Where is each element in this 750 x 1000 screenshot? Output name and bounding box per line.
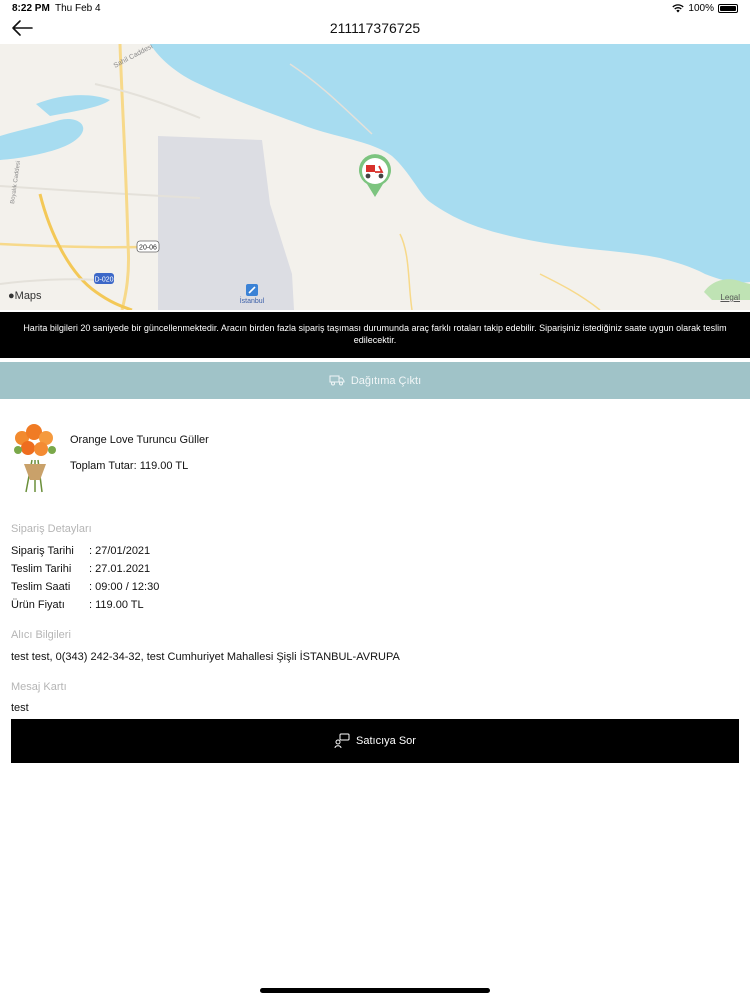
wifi-icon: [672, 4, 685, 13]
shield-d020: D-020: [94, 277, 113, 284]
truck-icon: [329, 375, 345, 386]
battery-icon: [718, 4, 738, 13]
detail-value: : 119.00 TL: [89, 599, 144, 611]
detail-value: : 27.01.2021: [89, 563, 151, 575]
detail-label: Sipariş Tarihi: [11, 545, 74, 557]
page-title: 211117376725: [329, 20, 421, 36]
map-info-notice: Harita bilgileri 20 saniyede bir güncell…: [0, 312, 750, 358]
maps-brand-label: Maps: [14, 290, 42, 302]
home-indicator[interactable]: [260, 988, 490, 993]
status-right: 100%: [672, 3, 738, 14]
message-card-text: test: [11, 702, 29, 714]
status-time: 8:22 PM: [12, 3, 50, 14]
detail-row: Ürün Fiyatı : 119.00 TL: [11, 599, 144, 611]
detail-label: Ürün Fiyatı: [11, 599, 65, 611]
order-details-title: Sipariş Detayları: [11, 523, 92, 535]
shield-20-06: 20-06: [139, 245, 157, 252]
delivery-status-band: Dağıtıma Çıktı: [0, 362, 750, 399]
battery-percent: 100%: [688, 3, 714, 14]
scooter-pin-icon: [359, 154, 391, 197]
message-card-title: Mesaj Kartı: [11, 681, 67, 693]
recipient-title: Alıcı Bilgileri: [11, 629, 71, 641]
maps-brand: ●Maps: [8, 290, 42, 302]
bouquet-image: [14, 424, 56, 493]
status-date: Thu Feb 4: [55, 3, 101, 14]
chat-person-icon: [334, 733, 350, 749]
nav-bar: 211117376725: [0, 14, 750, 44]
detail-row: Teslim Saati : 09:00 / 12:30: [11, 581, 159, 593]
detail-value: : 27/01/2021: [89, 545, 151, 557]
delivery-map[interactable]: 20-06 D-020 Sahil Caddesi Boyalık Caddes…: [0, 44, 750, 310]
ask-seller-button[interactable]: Satıcıya Sor: [11, 719, 739, 763]
apple-logo-icon: ●: [8, 290, 15, 302]
detail-value: : 09:00 / 12:30: [89, 581, 160, 593]
product-total: Toplam Tutar: 119.00 TL: [70, 460, 189, 472]
detail-row: Teslim Tarihi : 27.01.2021: [11, 563, 150, 575]
delivery-status-label: Dağıtıma Çıktı: [350, 374, 422, 387]
detail-row: Sipariş Tarihi : 27/01/2021: [11, 545, 150, 557]
ask-seller-label: Satıcıya Sor: [356, 735, 416, 747]
recipient-info: test test, 0(343) 242-34-32, test Cumhur…: [11, 651, 400, 663]
detail-label: Teslim Saati: [11, 581, 71, 593]
product-summary: Orange Love Turuncu Güller Toplam Tutar:…: [10, 420, 740, 500]
legal-link[interactable]: Legal: [720, 293, 740, 302]
courier-location-pin[interactable]: [357, 154, 393, 198]
airport-label: İstanbul: [240, 296, 265, 305]
product-name: Orange Love Turuncu Güller: [70, 434, 209, 446]
detail-label: Teslim Tarihi: [11, 563, 72, 575]
